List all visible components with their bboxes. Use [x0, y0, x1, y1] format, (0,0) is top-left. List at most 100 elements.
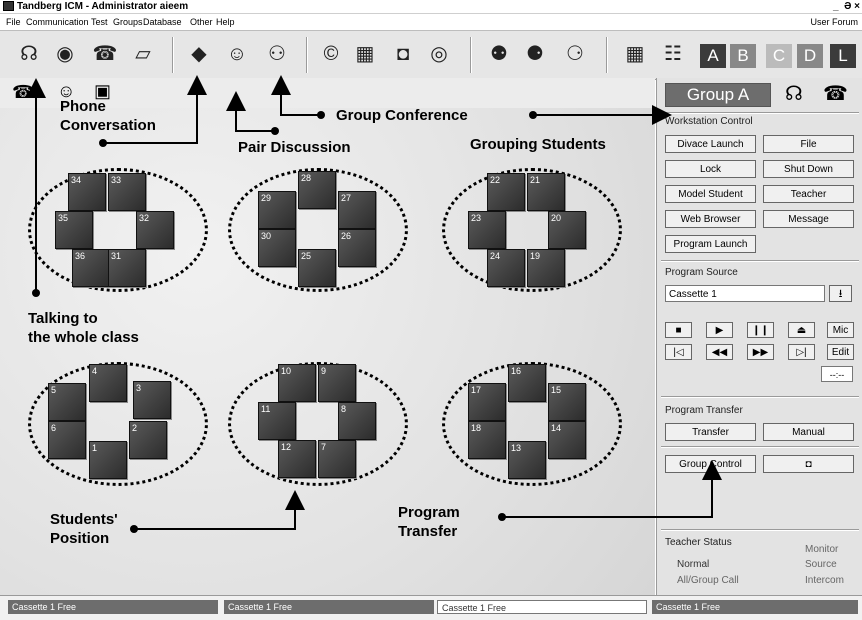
menu-other[interactable]: Other: [190, 14, 213, 30]
headset-icon[interactable]: ☊: [16, 41, 42, 67]
user-forum-link[interactable]: User Forum: [810, 14, 858, 30]
persons-icon[interactable]: ⚇: [264, 41, 290, 67]
menu-test[interactable]: Test: [91, 14, 108, 30]
headset-icon[interactable]: ☊: [785, 81, 803, 106]
window-controls[interactable]: _ Ə ×: [833, 0, 860, 13]
student-seat[interactable]: 14: [548, 421, 586, 459]
student-seat[interactable]: 15: [548, 383, 586, 421]
student-seat[interactable]: 30: [258, 229, 296, 267]
group-b-button[interactable]: B: [730, 44, 756, 68]
student-seat[interactable]: 31: [108, 249, 146, 287]
manual-button[interactable]: Manual: [763, 423, 854, 441]
program-source-select[interactable]: Cassette 1: [665, 285, 825, 302]
device-launch-button[interactable]: Divace Launch: [665, 135, 756, 153]
fast-forward-button[interactable]: ▶▶: [747, 344, 774, 360]
student-seat[interactable]: 22: [487, 173, 525, 211]
speaker-icon[interactable]: ◉: [52, 41, 78, 67]
eye-icon[interactable]: ◆: [186, 41, 212, 67]
mic-button[interactable]: Mic: [827, 322, 854, 338]
eject-button[interactable]: ⏏: [788, 322, 815, 338]
student-seat[interactable]: 9: [318, 364, 356, 402]
menu-database[interactable]: Database: [143, 14, 182, 30]
grid-icon[interactable]: ▦: [622, 41, 648, 67]
student-seat[interactable]: 10: [278, 364, 316, 402]
student-seat[interactable]: 18: [468, 421, 506, 459]
student-seat[interactable]: 16: [508, 364, 546, 402]
student-seat[interactable]: 34: [68, 173, 106, 211]
student-seat[interactable]: 13: [508, 441, 546, 479]
file-button[interactable]: File: [763, 135, 854, 153]
student-seat[interactable]: 29: [258, 191, 296, 229]
student-seat[interactable]: 17: [468, 383, 506, 421]
student-seat[interactable]: 20: [548, 211, 586, 249]
student-seat[interactable]: 27: [338, 191, 376, 229]
status-normal: Normal: [677, 559, 710, 570]
dropdown-arrow-icon[interactable]: ⭳: [829, 285, 852, 302]
status-intercom: Intercom: [805, 575, 844, 586]
chat-icon[interactable]: ◎: [426, 41, 452, 67]
annotation-program-transfer: Program Transfer: [398, 504, 460, 540]
previous-button[interactable]: |◁: [665, 344, 692, 360]
student-seat[interactable]: 7: [318, 440, 356, 478]
menu-file[interactable]: File: [6, 14, 21, 30]
stop-button[interactable]: ■: [665, 322, 692, 338]
keypad-icon[interactable]: ☷: [660, 41, 686, 67]
student-seat[interactable]: 26: [338, 229, 376, 267]
student-seat[interactable]: 4: [89, 364, 127, 402]
student-seat[interactable]: 23: [468, 211, 506, 249]
lock-icon[interactable]: ◘: [763, 455, 854, 473]
student-seat[interactable]: 32: [136, 211, 174, 249]
student-seat[interactable]: 24: [487, 249, 525, 287]
group-control-button[interactable]: Group Control: [665, 455, 756, 473]
network-icon[interactable]: ▦: [352, 41, 378, 67]
annotation-phone-conversation: Phone Conversation: [60, 98, 156, 134]
teacher-button[interactable]: Teacher: [763, 185, 854, 203]
edit-button[interactable]: Edit: [827, 344, 854, 360]
transfer-button[interactable]: Transfer: [665, 423, 756, 441]
menu-help[interactable]: Help: [216, 14, 235, 30]
program-launch-button[interactable]: Program Launch: [665, 235, 756, 253]
student-seat[interactable]: 28: [298, 171, 336, 209]
student-seat[interactable]: 2: [129, 421, 167, 459]
student-seat[interactable]: 11: [258, 402, 296, 440]
student-seat[interactable]: 33: [108, 173, 146, 211]
student-seat[interactable]: 36: [72, 249, 110, 287]
lock-icon[interactable]: ◘: [390, 41, 416, 67]
group-transfer-icon[interactable]: ⚆: [562, 41, 588, 67]
phone-icon[interactable]: ☎: [823, 81, 848, 106]
group-icon[interactable]: ⚈: [522, 41, 548, 67]
group-c-button[interactable]: C: [766, 44, 792, 68]
shut-down-button[interactable]: Shut Down: [763, 160, 854, 178]
group-d-button[interactable]: D: [797, 44, 823, 68]
menu-groups[interactable]: Groups: [113, 14, 143, 30]
menu-communication[interactable]: Communication: [26, 14, 89, 30]
student-seat[interactable]: 3: [133, 381, 171, 419]
notebook-icon[interactable]: ▱: [130, 41, 156, 67]
rewind-button[interactable]: ◀◀: [706, 344, 733, 360]
pair-icon[interactable]: ⚉: [486, 41, 512, 67]
student-seat[interactable]: 1: [89, 441, 127, 479]
web-browser-button[interactable]: Web Browser: [665, 210, 756, 228]
lock-button[interactable]: Lock: [665, 160, 756, 178]
message-button[interactable]: Message: [763, 210, 854, 228]
copyright-icon[interactable]: ©: [318, 41, 344, 67]
play-button[interactable]: ▶: [706, 322, 733, 338]
model-student-button[interactable]: Model Student: [665, 185, 756, 203]
student-seat[interactable]: 8: [338, 402, 376, 440]
student-seat[interactable]: 12: [278, 440, 316, 478]
next-button[interactable]: ▷|: [788, 344, 815, 360]
person-icon[interactable]: ☺: [224, 41, 250, 67]
student-seat[interactable]: 35: [55, 211, 93, 249]
pause-button[interactable]: ❙❙: [747, 322, 774, 338]
group-talk-icon[interactable]: ☎: [12, 82, 34, 103]
student-seat[interactable]: 6: [48, 421, 86, 459]
student-seat[interactable]: 25: [298, 249, 336, 287]
title-bar: Tandberg ICM - Administrator aieem _ Ə ×: [0, 0, 862, 14]
student-seat[interactable]: 21: [527, 173, 565, 211]
student-seat[interactable]: 19: [527, 249, 565, 287]
workstation-control-header: Workstation Control: [665, 116, 753, 127]
phone-icon[interactable]: ☎: [92, 41, 118, 67]
group-a-button[interactable]: A: [700, 44, 726, 68]
group-l-button[interactable]: L: [830, 44, 856, 68]
student-seat[interactable]: 5: [48, 383, 86, 421]
